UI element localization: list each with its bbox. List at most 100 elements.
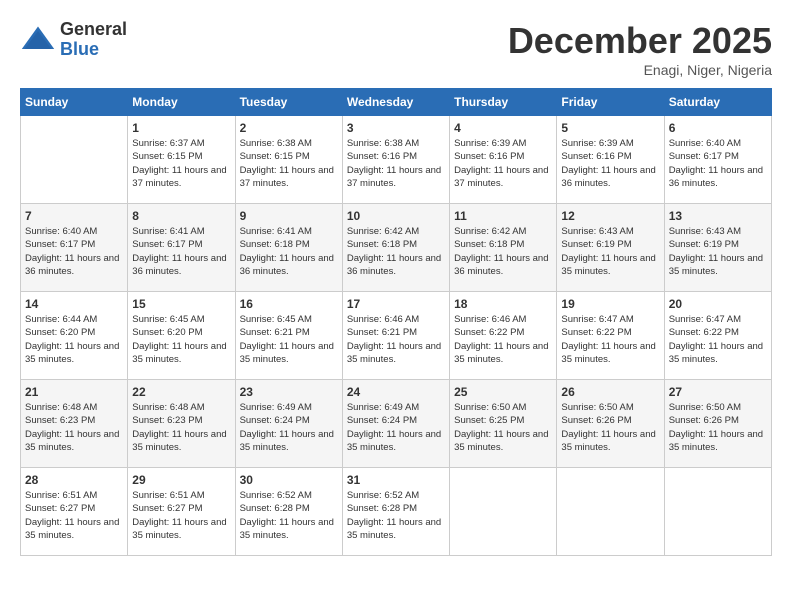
day-number: 26 bbox=[561, 385, 659, 399]
calendar-cell: 3 Sunrise: 6:38 AM Sunset: 6:16 PM Daylig… bbox=[342, 116, 449, 204]
day-number: 31 bbox=[347, 473, 445, 487]
calendar-cell: 8Sunrise: 6:41 AM Sunset: 6:17 PM Daylig… bbox=[128, 204, 235, 292]
calendar-table: SundayMondayTuesdayWednesdayThursdayFrid… bbox=[20, 88, 772, 556]
calendar-cell: 25 Sunrise: 6:50 AM Sunset: 6:25 PM Dayli… bbox=[450, 380, 557, 468]
day-number: 15 bbox=[132, 297, 230, 311]
logo-blue-text: Blue bbox=[60, 39, 99, 59]
day-info: Sunrise: 6:45 AM Sunset: 6:21 PM Dayligh… bbox=[240, 313, 338, 366]
day-info: Sunrise: 6:43 AM Sunset: 6:19 PM Dayligh… bbox=[669, 225, 767, 278]
calendar-cell: 10 Sunrise: 6:42 AM Sunset: 6:18 PM Dayli… bbox=[342, 204, 449, 292]
day-info: Sunrise: 6:40 AM Sunset: 6:17 PM Dayligh… bbox=[25, 225, 123, 278]
calendar-cell: 14 Sunrise: 6:44 AM Sunset: 6:20 PM Dayli… bbox=[21, 292, 128, 380]
day-number: 19 bbox=[561, 297, 659, 311]
day-info: Sunrise: 6:38 AM Sunset: 6:16 PM Dayligh… bbox=[347, 137, 445, 190]
day-number: 24 bbox=[347, 385, 445, 399]
day-number: 30 bbox=[240, 473, 338, 487]
column-header-sunday: Sunday bbox=[21, 89, 128, 116]
day-info: Sunrise: 6:52 AM Sunset: 6:28 PM Dayligh… bbox=[347, 489, 445, 542]
calendar-cell: 31 Sunrise: 6:52 AM Sunset: 6:28 PM Dayli… bbox=[342, 468, 449, 556]
calendar-cell bbox=[664, 468, 771, 556]
calendar-week-row: 7 Sunrise: 6:40 AM Sunset: 6:17 PM Daylig… bbox=[21, 204, 772, 292]
day-info: Sunrise: 6:42 AM Sunset: 6:18 PM Dayligh… bbox=[347, 225, 445, 278]
day-info: Sunrise: 6:39 AM Sunset: 6:16 PM Dayligh… bbox=[561, 137, 659, 190]
day-number: 11 bbox=[454, 209, 552, 223]
calendar-cell bbox=[21, 116, 128, 204]
day-info: Sunrise: 6:50 AM Sunset: 6:26 PM Dayligh… bbox=[561, 401, 659, 454]
calendar-cell: 26 Sunrise: 6:50 AM Sunset: 6:26 PM Dayli… bbox=[557, 380, 664, 468]
calendar-week-row: 21 Sunrise: 6:48 AM Sunset: 6:23 PM Dayli… bbox=[21, 380, 772, 468]
calendar-cell: 27Sunrise: 6:50 AM Sunset: 6:26 PM Dayli… bbox=[664, 380, 771, 468]
day-number: 9 bbox=[240, 209, 338, 223]
title-block: December 2025 Enagi, Niger, Nigeria bbox=[508, 20, 772, 78]
calendar-week-row: 28Sunrise: 6:51 AM Sunset: 6:27 PM Dayli… bbox=[21, 468, 772, 556]
day-info: Sunrise: 6:45 AM Sunset: 6:20 PM Dayligh… bbox=[132, 313, 230, 366]
calendar-cell: 29Sunrise: 6:51 AM Sunset: 6:27 PM Dayli… bbox=[128, 468, 235, 556]
day-info: Sunrise: 6:43 AM Sunset: 6:19 PM Dayligh… bbox=[561, 225, 659, 278]
day-number: 3 bbox=[347, 121, 445, 135]
day-info: Sunrise: 6:44 AM Sunset: 6:20 PM Dayligh… bbox=[25, 313, 123, 366]
day-number: 25 bbox=[454, 385, 552, 399]
column-header-saturday: Saturday bbox=[664, 89, 771, 116]
day-number: 10 bbox=[347, 209, 445, 223]
calendar-cell: 11 Sunrise: 6:42 AM Sunset: 6:18 PM Dayli… bbox=[450, 204, 557, 292]
day-number: 29 bbox=[132, 473, 230, 487]
calendar-cell: 17 Sunrise: 6:46 AM Sunset: 6:21 PM Dayli… bbox=[342, 292, 449, 380]
calendar-cell: 24 Sunrise: 6:49 AM Sunset: 6:24 PM Dayli… bbox=[342, 380, 449, 468]
day-info: Sunrise: 6:52 AM Sunset: 6:28 PM Dayligh… bbox=[240, 489, 338, 542]
calendar-cell: 4 Sunrise: 6:39 AM Sunset: 6:16 PM Daylig… bbox=[450, 116, 557, 204]
calendar-cell: 28Sunrise: 6:51 AM Sunset: 6:27 PM Dayli… bbox=[21, 468, 128, 556]
day-number: 18 bbox=[454, 297, 552, 311]
day-number: 13 bbox=[669, 209, 767, 223]
calendar-cell: 9Sunrise: 6:41 AM Sunset: 6:18 PM Daylig… bbox=[235, 204, 342, 292]
day-number: 27 bbox=[669, 385, 767, 399]
logo-icon bbox=[20, 22, 56, 58]
calendar-cell: 20 Sunrise: 6:47 AM Sunset: 6:22 PM Dayli… bbox=[664, 292, 771, 380]
calendar-cell: 23 Sunrise: 6:49 AM Sunset: 6:24 PM Dayli… bbox=[235, 380, 342, 468]
day-info: Sunrise: 6:47 AM Sunset: 6:22 PM Dayligh… bbox=[561, 313, 659, 366]
day-info: Sunrise: 6:49 AM Sunset: 6:24 PM Dayligh… bbox=[240, 401, 338, 454]
calendar-cell: 2Sunrise: 6:38 AM Sunset: 6:15 PM Daylig… bbox=[235, 116, 342, 204]
day-info: Sunrise: 6:50 AM Sunset: 6:25 PM Dayligh… bbox=[454, 401, 552, 454]
day-info: Sunrise: 6:48 AM Sunset: 6:23 PM Dayligh… bbox=[25, 401, 123, 454]
day-info: Sunrise: 6:46 AM Sunset: 6:21 PM Dayligh… bbox=[347, 313, 445, 366]
calendar-week-row: 1 Sunrise: 6:37 AM Sunset: 6:15 PM Daylig… bbox=[21, 116, 772, 204]
calendar-cell: 21 Sunrise: 6:48 AM Sunset: 6:23 PM Dayli… bbox=[21, 380, 128, 468]
calendar-cell bbox=[557, 468, 664, 556]
day-number: 8 bbox=[132, 209, 230, 223]
day-number: 20 bbox=[669, 297, 767, 311]
calendar-cell: 1 Sunrise: 6:37 AM Sunset: 6:15 PM Daylig… bbox=[128, 116, 235, 204]
calendar-cell: 6Sunrise: 6:40 AM Sunset: 6:17 PM Daylig… bbox=[664, 116, 771, 204]
column-header-friday: Friday bbox=[557, 89, 664, 116]
calendar-cell: 30 Sunrise: 6:52 AM Sunset: 6:28 PM Dayli… bbox=[235, 468, 342, 556]
day-number: 17 bbox=[347, 297, 445, 311]
logo-general-text: General bbox=[60, 19, 127, 39]
day-info: Sunrise: 6:48 AM Sunset: 6:23 PM Dayligh… bbox=[132, 401, 230, 454]
calendar-header-row: SundayMondayTuesdayWednesdayThursdayFrid… bbox=[21, 89, 772, 116]
day-info: Sunrise: 6:37 AM Sunset: 6:15 PM Dayligh… bbox=[132, 137, 230, 190]
day-number: 1 bbox=[132, 121, 230, 135]
day-number: 23 bbox=[240, 385, 338, 399]
day-info: Sunrise: 6:47 AM Sunset: 6:22 PM Dayligh… bbox=[669, 313, 767, 366]
day-number: 7 bbox=[25, 209, 123, 223]
day-info: Sunrise: 6:49 AM Sunset: 6:24 PM Dayligh… bbox=[347, 401, 445, 454]
column-header-wednesday: Wednesday bbox=[342, 89, 449, 116]
location: Enagi, Niger, Nigeria bbox=[508, 62, 772, 78]
month-title: December 2025 bbox=[508, 20, 772, 62]
day-number: 6 bbox=[669, 121, 767, 135]
calendar-cell: 5Sunrise: 6:39 AM Sunset: 6:16 PM Daylig… bbox=[557, 116, 664, 204]
day-info: Sunrise: 6:38 AM Sunset: 6:15 PM Dayligh… bbox=[240, 137, 338, 190]
day-number: 28 bbox=[25, 473, 123, 487]
calendar-cell: 7 Sunrise: 6:40 AM Sunset: 6:17 PM Daylig… bbox=[21, 204, 128, 292]
column-header-thursday: Thursday bbox=[450, 89, 557, 116]
calendar-cell: 22Sunrise: 6:48 AM Sunset: 6:23 PM Dayli… bbox=[128, 380, 235, 468]
calendar-cell: 15 Sunrise: 6:45 AM Sunset: 6:20 PM Dayli… bbox=[128, 292, 235, 380]
day-number: 14 bbox=[25, 297, 123, 311]
day-info: Sunrise: 6:39 AM Sunset: 6:16 PM Dayligh… bbox=[454, 137, 552, 190]
page-header: General Blue December 2025 Enagi, Niger,… bbox=[20, 20, 772, 78]
day-number: 21 bbox=[25, 385, 123, 399]
calendar-cell: 13 Sunrise: 6:43 AM Sunset: 6:19 PM Dayli… bbox=[664, 204, 771, 292]
day-info: Sunrise: 6:42 AM Sunset: 6:18 PM Dayligh… bbox=[454, 225, 552, 278]
day-number: 4 bbox=[454, 121, 552, 135]
day-number: 16 bbox=[240, 297, 338, 311]
day-info: Sunrise: 6:46 AM Sunset: 6:22 PM Dayligh… bbox=[454, 313, 552, 366]
